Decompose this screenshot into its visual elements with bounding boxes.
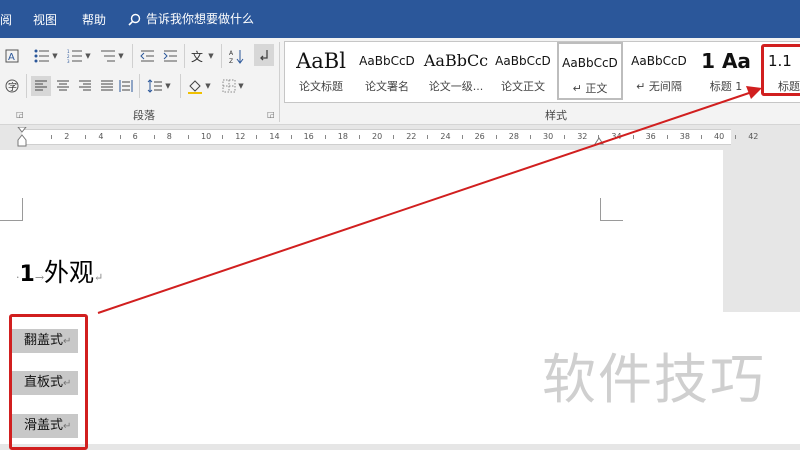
watermark: 软件技巧 xyxy=(542,348,766,411)
